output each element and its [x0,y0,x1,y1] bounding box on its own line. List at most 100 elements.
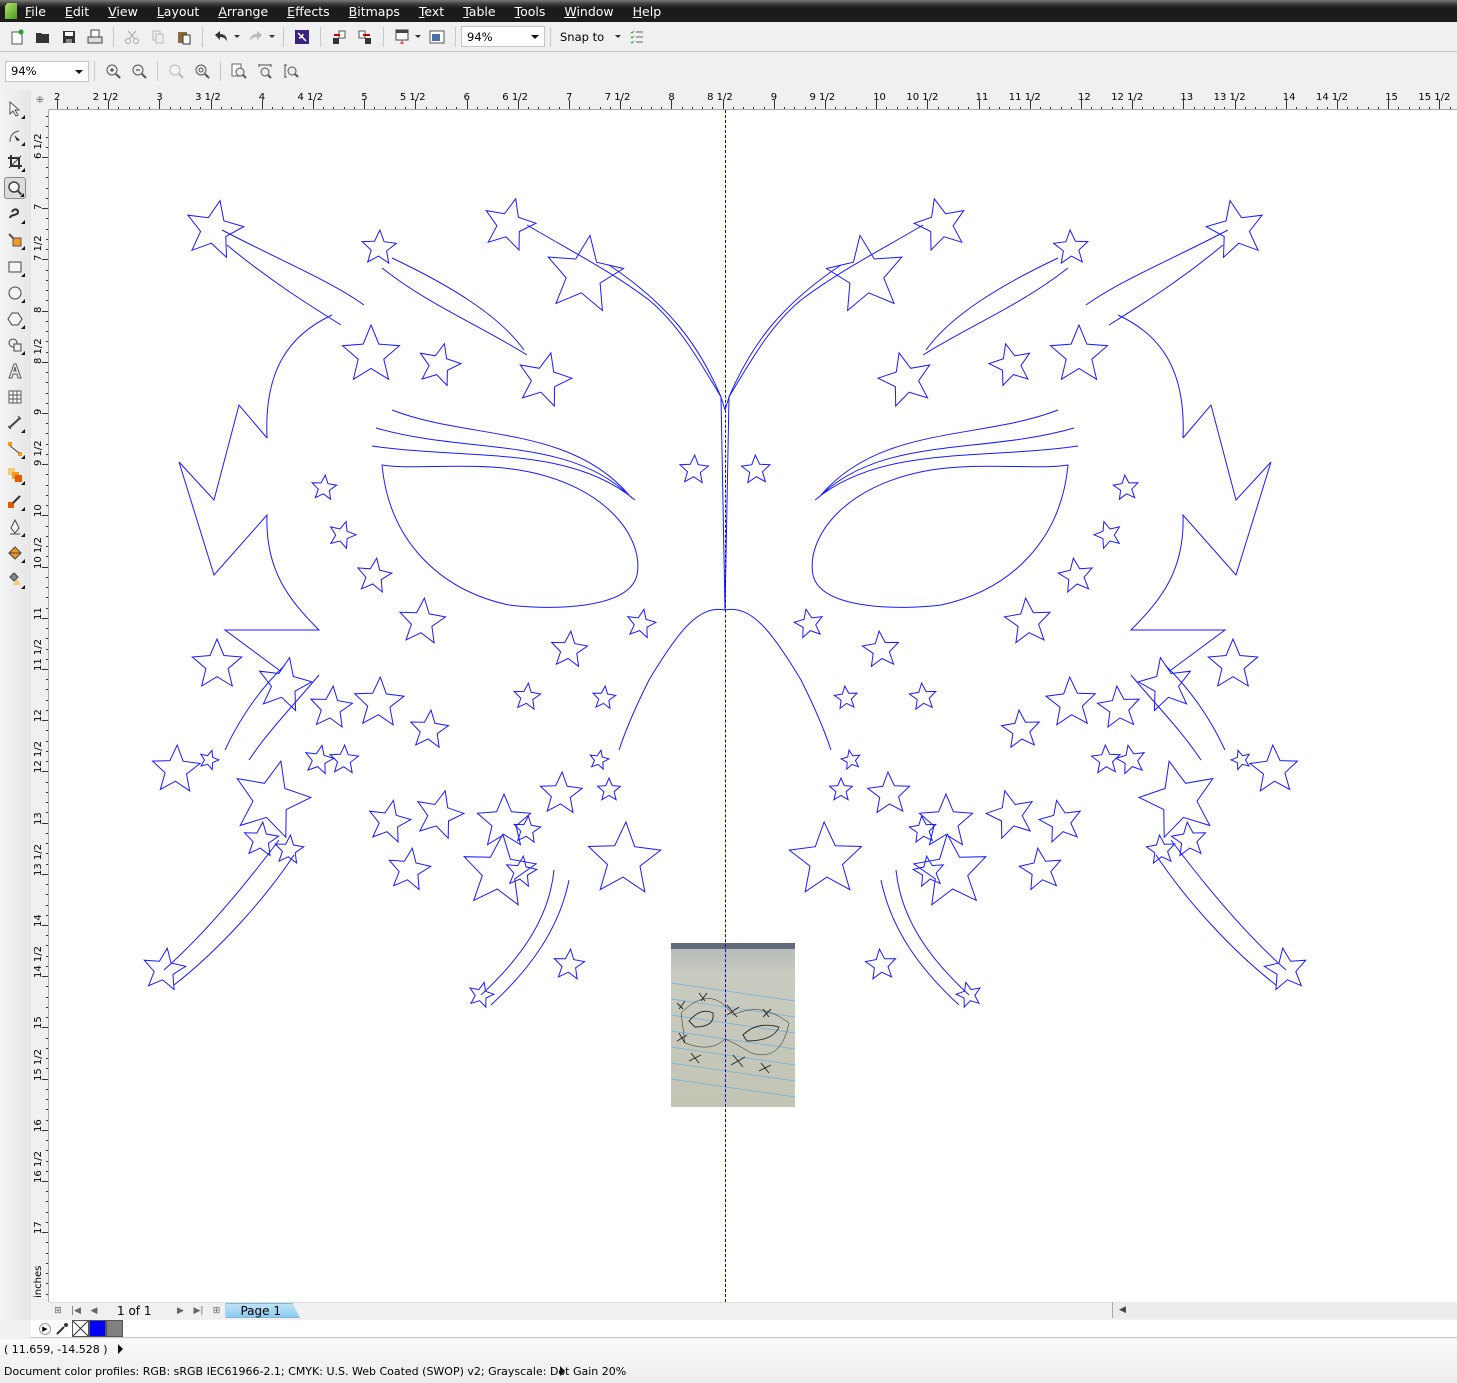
star-shape[interactable] [792,608,824,639]
search-content-button[interactable] [291,26,313,48]
save-button[interactable] [58,26,80,48]
menu-tools[interactable]: Tools [515,4,546,19]
snap-to-dropdown[interactable] [614,33,622,41]
basic-shapes-tool[interactable] [4,334,26,356]
star-shape[interactable] [368,799,413,844]
first-page-icon[interactable]: |◀ [69,1304,83,1318]
page-tab-1[interactable]: Page 1 [225,1303,300,1318]
star-shape[interactable] [678,453,710,484]
star-shape[interactable] [828,776,854,801]
star-shape[interactable] [398,596,447,644]
zoom-out-button[interactable] [128,60,150,82]
star-shape[interactable] [1207,637,1259,688]
star-shape[interactable] [353,675,406,726]
coordinates-expand-icon[interactable] [118,1344,123,1354]
star-shape[interactable] [186,199,246,259]
menu-effects[interactable]: Effects [287,4,330,19]
shooting-star-tail[interactable] [1155,839,1287,986]
cut-button[interactable] [121,26,143,48]
star-shape[interactable] [360,228,398,265]
swatch-blue[interactable] [89,1320,106,1337]
menu-text[interactable]: Text [419,4,444,19]
star-shape[interactable] [1052,228,1090,265]
star-shape[interactable] [1000,708,1041,749]
star-shape[interactable] [547,234,625,312]
snap-to-button[interactable]: Snap to [560,30,604,44]
redo-button[interactable] [245,26,267,48]
fill-tool[interactable] [4,542,26,564]
star-shape[interactable] [864,947,897,980]
ruler-origin-icon[interactable]: ⁜ [31,90,49,110]
shooting-star-tail[interactable] [221,229,365,326]
menu-window[interactable]: Window [564,4,613,19]
star-shape[interactable] [304,744,336,775]
star-shape[interactable] [463,832,538,906]
star-shape[interactable] [485,197,538,252]
star-shape[interactable] [1018,846,1062,891]
star-shape[interactable] [825,234,903,312]
star-shape[interactable] [1003,596,1052,644]
outline-tool[interactable] [4,516,26,538]
star-shape[interactable] [416,789,466,840]
zoom-to-page-width-button[interactable] [254,60,276,82]
star-shape[interactable] [1229,749,1251,771]
connector-tool[interactable] [4,438,26,460]
star-shape[interactable] [328,743,360,774]
star-shape[interactable] [199,749,221,771]
vertical-ruler[interactable]: 6 1/2 7 7 1/2 8 8 1/2 9 9 1/2 10 10 1/2 11 11 1/2 1… [31,110,49,1302]
shooting-star-tail[interactable] [922,257,1069,356]
swatch-no-fill[interactable] [72,1320,89,1337]
star-shape[interactable] [984,789,1034,840]
star-shape[interactable] [866,770,911,814]
menu-file[interactable]: File [25,4,46,19]
menu-view[interactable]: View [108,4,138,19]
menu-arrange[interactable]: Arrange [218,4,268,19]
star-shape[interactable] [419,342,463,387]
new-button[interactable] [6,26,28,48]
star-shape[interactable] [409,708,450,749]
eye-opening[interactable] [811,464,1069,608]
text-tool[interactable] [4,360,26,382]
star-shape[interactable] [1090,743,1122,774]
rectangle-tool[interactable] [4,256,26,278]
scroll-left-icon[interactable]: ◀ [1119,1305,1126,1315]
star-shape[interactable] [1044,675,1097,726]
open-button[interactable] [32,26,54,48]
zoom-to-selected-button[interactable] [165,60,187,82]
eye-opening[interactable] [381,464,639,608]
menu-edit[interactable]: Edit [65,4,89,19]
mask-outline-path[interactable] [724,264,1272,671]
palette-eyedropper-icon[interactable] [55,1322,69,1336]
star-shape[interactable] [740,453,772,484]
import-button[interactable] [328,26,350,48]
horizontal-ruler[interactable]: 2 2 1/2 3 3 1/2 4 4 1/2 5 5 1/2 6 6 1/2 7 7 1/2 8 8 1… [49,90,1457,110]
color-profiles-info[interactable]: Document color profiles: RGB: sRGB IEC61… [4,1365,626,1378]
star-shape[interactable] [513,681,542,711]
last-page-icon[interactable]: ▶| [191,1304,205,1318]
star-shape[interactable] [591,684,617,710]
freehand-tool[interactable] [4,203,26,225]
copy-button[interactable] [147,26,169,48]
undo-button[interactable] [210,26,232,48]
application-launcher-button[interactable] [391,26,413,48]
star-shape[interactable] [1114,744,1146,775]
star-shape[interactable] [1170,820,1207,857]
star-shape[interactable] [341,323,401,381]
star-shape[interactable] [1248,743,1299,792]
menu-table[interactable]: Table [463,4,495,19]
menu-bitmaps[interactable]: Bitmaps [349,4,400,19]
star-shape[interactable] [1145,833,1176,865]
polygon-tool[interactable] [4,308,26,330]
add-page-after-icon[interactable]: ⊞ [209,1304,223,1318]
star-shape[interactable] [839,748,861,771]
mask-nose-path[interactable] [618,608,726,751]
shooting-star-tail[interactable] [224,664,320,761]
ellipse-tool[interactable] [4,282,26,304]
export-button[interactable] [354,26,376,48]
star-shape[interactable] [912,832,987,906]
mask-nose-path[interactable] [724,608,832,751]
zoom-level-combo-standard[interactable]: 94% [461,26,545,47]
star-shape[interactable] [912,197,965,252]
star-shape[interactable] [1092,520,1121,550]
star-shape[interactable] [626,608,658,639]
